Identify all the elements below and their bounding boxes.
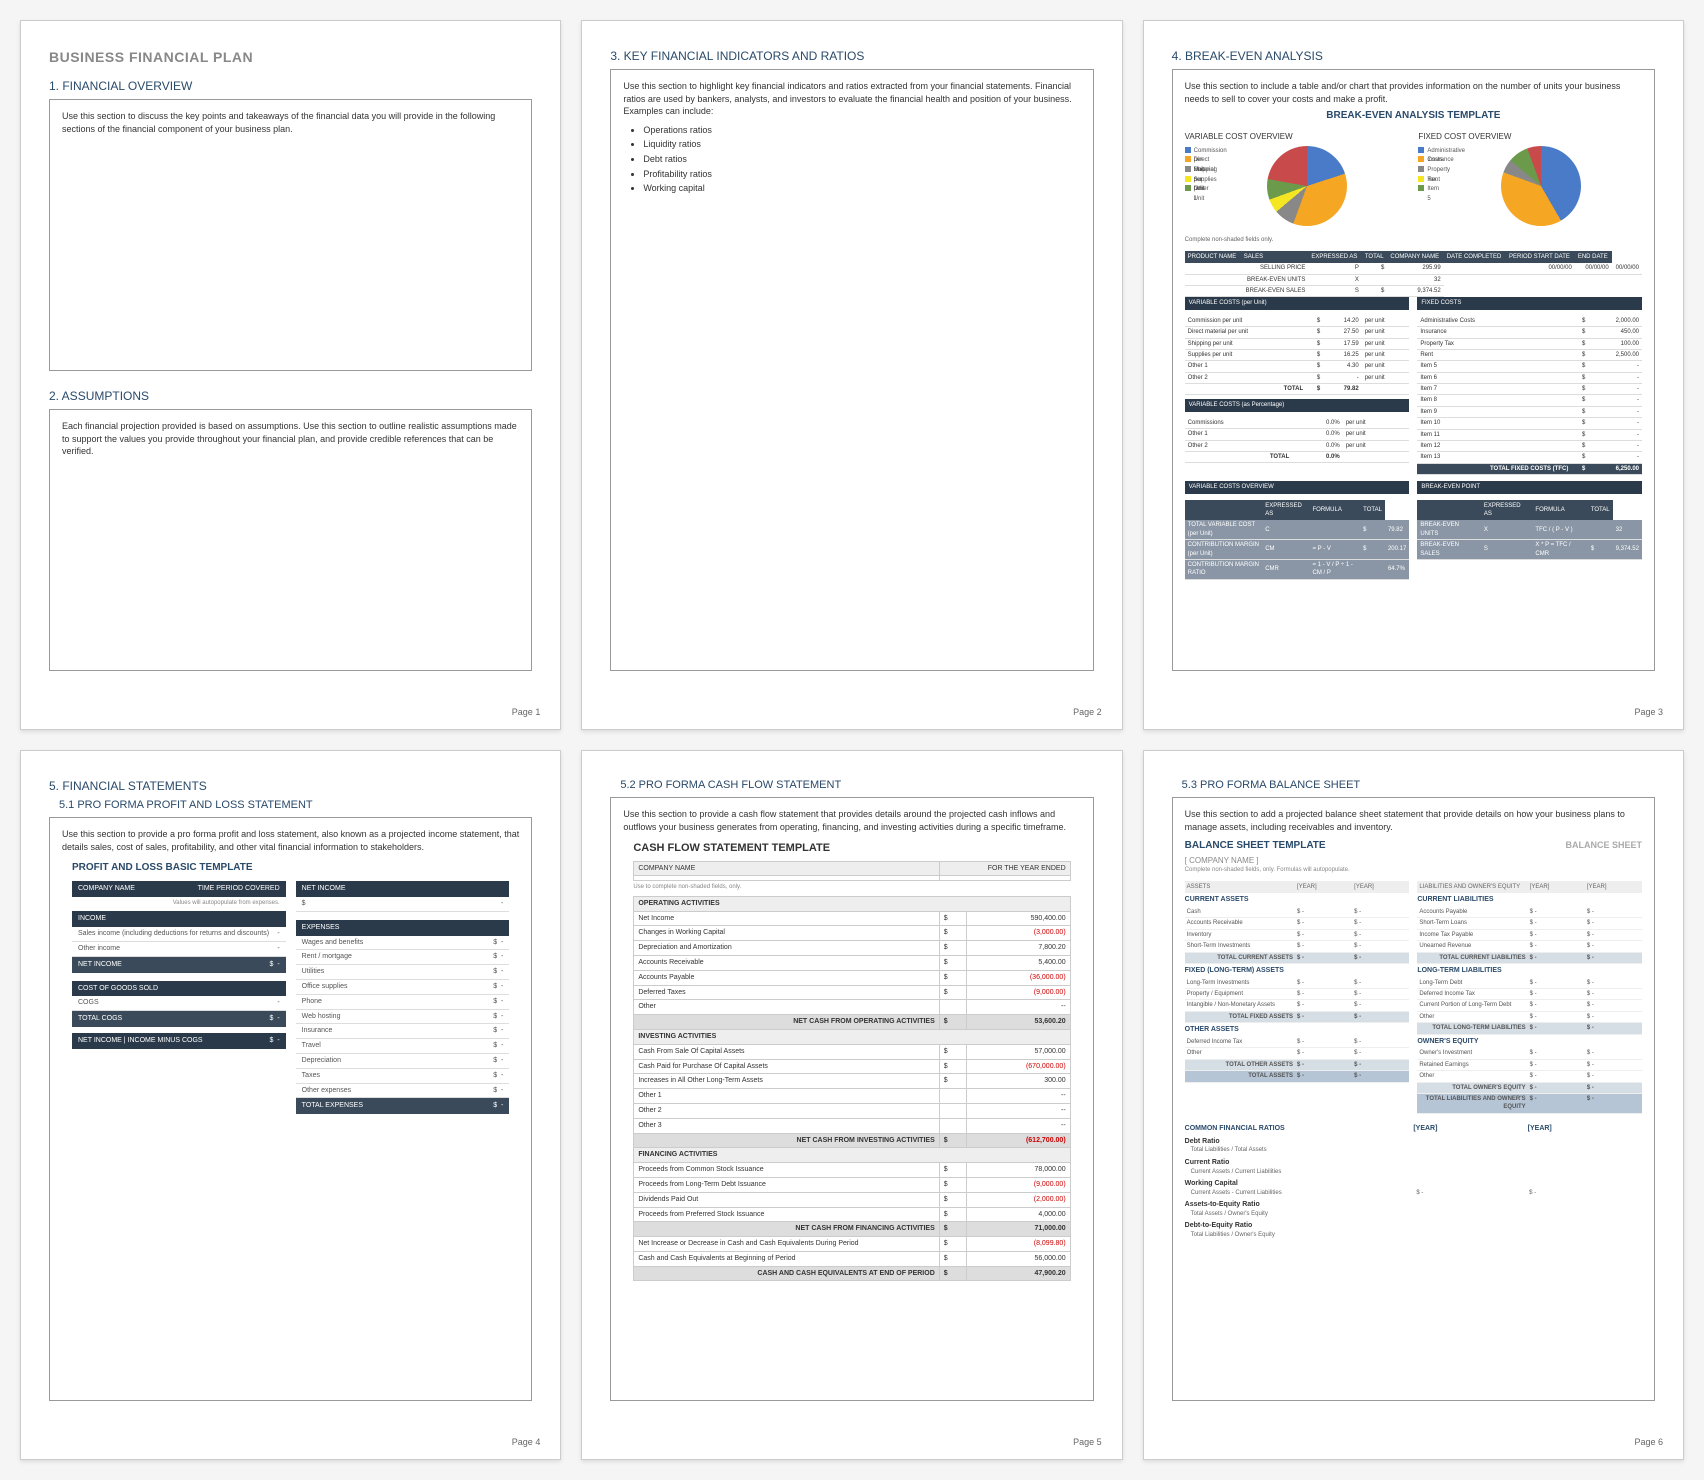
break-even-box: Use this section to include a table and/…: [1172, 69, 1655, 671]
profit-loss-box: Use this section to provide a pro forma …: [49, 817, 532, 1401]
assets-column: ASSETS[YEAR][YEAR]CURRENT ASSETSCash$ -$…: [1185, 881, 1410, 1114]
cash-flow-box: Use this section to provide a cash flow …: [610, 797, 1093, 1401]
section-title: 3. KEY FINANCIAL INDICATORS AND RATIOS: [610, 49, 1093, 63]
liabilities-column: LIABILITIES AND OWNER'S EQUITY[YEAR][YEA…: [1417, 881, 1642, 1114]
cash-flow-table: OPERATING ACTIVITIESNet Income$590,400.0…: [633, 896, 1070, 1282]
page-number: Page 6: [1634, 1437, 1663, 1447]
variable-costs-table: VARIABLE COSTS (per Unit)Commission per …: [1185, 297, 1410, 475]
section-title: 2. ASSUMPTIONS: [49, 389, 532, 403]
assumptions-box: Each financial projection provided is ba…: [49, 409, 532, 671]
cash-flow-header: COMPANY NAMEFOR THE YEAR ENDED: [633, 861, 1070, 882]
pl-left-column: COMPANY NAMETIME PERIOD COVERED Values w…: [72, 881, 286, 1114]
page-1: BUSINESS FINANCIAL PLAN 1. FINANCIAL OVE…: [20, 20, 561, 730]
page-number: Page 5: [1073, 1437, 1102, 1447]
variable-cost-pie-icon: [1267, 146, 1347, 226]
page-3: 4. BREAK-EVEN ANALYSIS Use this section …: [1143, 20, 1684, 730]
document-title: BUSINESS FINANCIAL PLAN: [49, 49, 532, 65]
break-even-point-table: BREAK-EVEN POINTEXPRESSED ASFORMULATOTAL…: [1417, 481, 1642, 580]
financial-ratios: COMMON FINANCIAL RATIOS[YEAR][YEAR]Debt …: [1185, 1124, 1642, 1240]
page-4: 5. FINANCIAL STATEMENTS 5.1 PRO FORMA PR…: [20, 750, 561, 1460]
fixed-cost-pie-icon: [1501, 146, 1581, 226]
pie-legend: Administrative Costs Insurance Property …: [1418, 146, 1436, 226]
subsection-title: 5.1 PRO FORMA PROFIT AND LOSS STATEMENT: [59, 799, 532, 811]
pl-right-column: NET INCOME $- EXPENSES Wages and benefit…: [296, 881, 510, 1114]
variable-overview-table: VARIABLE COSTS OVERVIEWEXPRESSED ASFORMU…: [1185, 481, 1410, 580]
break-even-summary-table: PRODUCT NAMESALESEXPRESSED ASTOTALCOMPAN…: [1185, 251, 1642, 298]
financial-overview-box: Use this section to discuss the key poin…: [49, 99, 532, 371]
page-number: Page 2: [1073, 707, 1102, 717]
balance-sheet-box: Use this section to add a projected bala…: [1172, 797, 1655, 1401]
pie-legend: Commission per Unit Direct Material per …: [1185, 146, 1203, 226]
section-title: 4. BREAK-EVEN ANALYSIS: [1172, 49, 1655, 63]
page-5: 5.2 PRO FORMA CASH FLOW STATEMENT Use th…: [581, 750, 1122, 1460]
section-title: 1. FINANCIAL OVERVIEW: [49, 79, 532, 93]
page-number: Page 3: [1634, 707, 1663, 717]
section-title: 5. FINANCIAL STATEMENTS: [49, 779, 532, 793]
indicators-box: Use this section to highlight key financ…: [610, 69, 1093, 671]
fixed-costs-table: FIXED COSTSAdministrative Costs$2,000.00…: [1417, 297, 1642, 475]
subsection-title: 5.2 PRO FORMA CASH FLOW STATEMENT: [620, 779, 1093, 791]
template-title: BREAK-EVEN ANALYSIS TEMPLATE: [1185, 109, 1642, 123]
page-number: Page 4: [512, 1437, 541, 1447]
page-number: Page 1: [512, 707, 541, 717]
page-2: 3. KEY FINANCIAL INDICATORS AND RATIOS U…: [581, 20, 1122, 730]
subsection-title: 5.3 PRO FORMA BALANCE SHEET: [1182, 779, 1655, 791]
page-6: 5.3 PRO FORMA BALANCE SHEET Use this sec…: [1143, 750, 1684, 1460]
ratio-list: Operations ratios Liquidity ratios Debt …: [643, 124, 1080, 195]
